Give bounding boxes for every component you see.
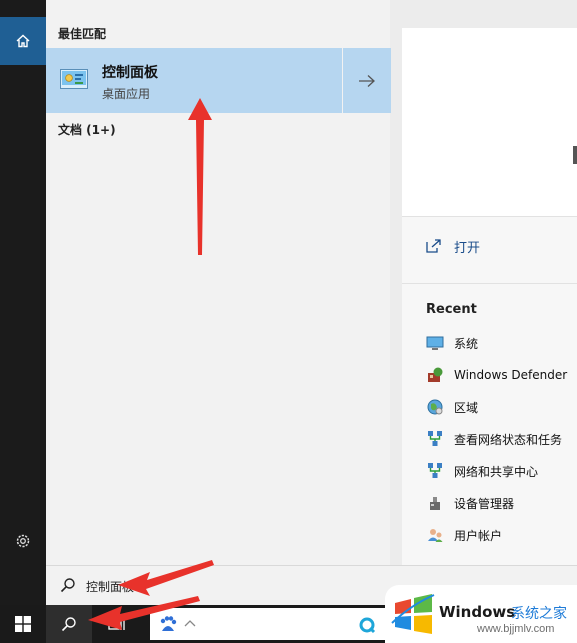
chevron-up-icon[interactable] — [184, 618, 196, 628]
recent-item-label: Windows Defender — [454, 368, 568, 382]
gear-icon — [16, 534, 30, 548]
network-icon — [428, 463, 442, 478]
recent-item-user-accounts[interactable]: 用户帐户 — [426, 524, 577, 546]
recent-item-network-sharing-center[interactable]: 网络和共享中心 — [426, 460, 577, 482]
best-match-header: 最佳匹配 — [58, 27, 107, 41]
user-accounts-icon — [428, 529, 443, 542]
watermark-cn: 系统之家 — [511, 606, 567, 622]
open-action[interactable]: 打开 — [402, 216, 577, 284]
recent-item-label: 系统 — [454, 336, 479, 351]
system-icon — [426, 336, 444, 350]
control-panel-icon — [60, 69, 88, 89]
task-view-icon — [108, 618, 125, 630]
recent-item-label: 用户帐户 — [454, 528, 503, 543]
region-icon — [427, 399, 443, 415]
best-match-title: 控制面板 — [102, 65, 158, 81]
recent-item-network-status[interactable]: 查看网络状态和任务 — [426, 428, 577, 450]
recent-item-label: 设备管理器 — [454, 496, 515, 511]
device-manager-icon — [430, 497, 440, 510]
windows-flag-logo — [391, 594, 435, 634]
detail-panel: 打开 — [402, 28, 577, 565]
recent-header: Recent — [426, 302, 477, 317]
watermark-url: www.bjjmlv.com — [477, 623, 555, 635]
start-rail — [0, 0, 46, 605]
documents-header[interactable]: 文档 (1+) — [58, 121, 116, 138]
recent-item-windows-defender[interactable]: Windows Defender — [426, 364, 577, 386]
baidu-icon[interactable] — [158, 615, 178, 635]
detail-header — [402, 28, 577, 216]
recent-item-system[interactable]: 系统 — [426, 332, 577, 354]
watermark-brand: Windows — [439, 603, 516, 621]
search-icon — [61, 617, 76, 632]
best-match-item[interactable]: 控制面板 桌面应用 — [46, 48, 342, 113]
defender-icon — [428, 367, 443, 382]
settings-button[interactable] — [0, 520, 46, 562]
home-icon — [16, 34, 30, 48]
task-view-button[interactable] — [94, 605, 140, 643]
recent-item-label: 查看网络状态和任务 — [454, 432, 563, 447]
recent-item-device-manager[interactable]: 设备管理器 — [426, 492, 577, 514]
arrow-right-icon — [359, 74, 375, 87]
start-button[interactable] — [0, 605, 46, 643]
recent-item-label: 区域 — [454, 400, 479, 415]
taskbar-search-button[interactable] — [46, 605, 92, 643]
open-icon — [426, 239, 441, 253]
browser-icon[interactable] — [358, 616, 376, 634]
taskbar-app-strip — [150, 608, 386, 640]
open-label: 打开 — [454, 241, 481, 256]
search-icon — [60, 578, 75, 593]
windows-logo-icon — [15, 616, 31, 632]
expand-details-button[interactable] — [342, 48, 391, 113]
search-input[interactable]: 控制面板 — [86, 578, 134, 595]
recent-item-region[interactable]: 区域 — [426, 396, 577, 418]
results-top — [46, 0, 390, 17]
recent-item-label: 网络和共享中心 — [454, 464, 539, 479]
site-watermark: Windows 系统之家 www.bjjmlv.com — [385, 585, 577, 643]
best-match-subtitle: 桌面应用 — [102, 87, 151, 101]
detail-title-fragment — [573, 146, 577, 164]
home-button[interactable] — [0, 17, 46, 65]
network-icon — [428, 431, 442, 446]
